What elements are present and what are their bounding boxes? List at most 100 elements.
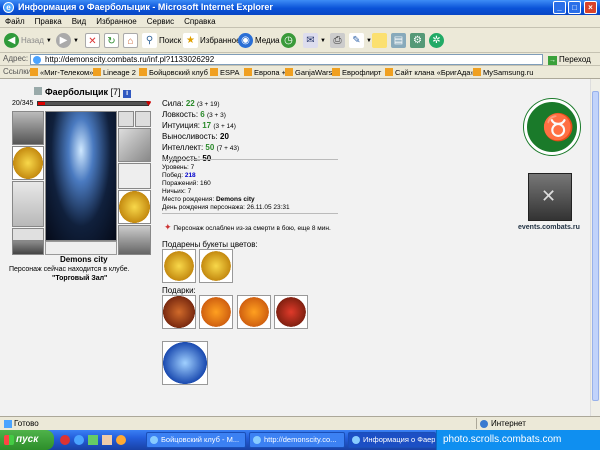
flowers-label: Подарены букеты цветов: bbox=[162, 240, 258, 249]
character-level: [7] bbox=[110, 87, 121, 97]
events-banner[interactable]: ✕ bbox=[528, 173, 572, 221]
globe-icon bbox=[480, 420, 488, 428]
helmet-slot[interactable] bbox=[12, 111, 44, 145]
home-button[interactable]: ⌂ bbox=[123, 31, 138, 50]
link-item[interactable]: Сайт клана «БригАда» bbox=[385, 66, 475, 79]
close-button[interactable]: × bbox=[584, 1, 597, 14]
ie-logo-icon: e bbox=[3, 2, 14, 13]
menu-favorites[interactable]: Избранное bbox=[91, 15, 142, 28]
link-item[interactable]: Бойцовский клуб bbox=[139, 66, 208, 79]
address-input[interactable]: http://demonscity.combats.ru/inf.pl?1133… bbox=[30, 54, 543, 65]
mail-button[interactable]: ✉ ▼ bbox=[303, 31, 326, 50]
gift-item[interactable] bbox=[274, 295, 308, 329]
clan-emblem[interactable]: ♉ bbox=[524, 99, 580, 155]
back-button[interactable]: ◀ Назад ▼ bbox=[4, 31, 52, 50]
banner-icon: ✕ bbox=[541, 186, 557, 206]
forward-button[interactable]: ▶ ▼ bbox=[56, 31, 79, 50]
start-button[interactable]: пуск bbox=[0, 430, 54, 450]
task-button[interactable]: Бойцовский клуб - M... bbox=[146, 432, 246, 448]
stat-row: Ловкость: 6 (3 + 3) bbox=[162, 110, 226, 119]
boots-slot[interactable] bbox=[118, 225, 151, 255]
menu-file[interactable]: Файл bbox=[0, 15, 30, 28]
menu-tools[interactable]: Сервис bbox=[142, 15, 179, 28]
location-note: Персонаж сейчас находится в клубе. bbox=[9, 266, 130, 273]
gift-item[interactable] bbox=[162, 341, 208, 385]
window-title: Информация о Фаерболыцик - Microsoft Int… bbox=[18, 2, 273, 12]
search-button[interactable]: ⚲ Поиск bbox=[142, 31, 181, 50]
ring-slot[interactable] bbox=[135, 111, 151, 127]
link-icon bbox=[30, 68, 38, 76]
link-item[interactable]: MySamsung.ru bbox=[473, 66, 533, 79]
heart-icon: ♥ bbox=[146, 98, 152, 108]
ie-task-icon bbox=[253, 436, 261, 444]
menu-bar: Файл Правка Вид Избранное Сервис Справка bbox=[0, 15, 600, 28]
armor-slot[interactable] bbox=[12, 181, 44, 227]
media-button[interactable]: ◉ Медиа bbox=[238, 31, 280, 50]
character-avatar[interactable] bbox=[45, 111, 117, 241]
mail-icon: ✉ bbox=[303, 33, 318, 48]
desktop-icon[interactable] bbox=[88, 435, 98, 445]
gift-item[interactable] bbox=[162, 295, 196, 329]
quicklaunch-icon[interactable] bbox=[60, 435, 70, 445]
app-icon[interactable] bbox=[116, 435, 126, 445]
amulet-slot[interactable] bbox=[12, 146, 44, 180]
earring-slot[interactable] bbox=[118, 111, 134, 127]
scroll-thumb[interactable] bbox=[592, 91, 599, 401]
gift-item[interactable] bbox=[237, 295, 271, 329]
link-item[interactable]: GanjaWars bbox=[285, 66, 332, 79]
belt-slot[interactable] bbox=[12, 241, 44, 255]
vertical-scrollbar[interactable] bbox=[590, 79, 600, 416]
link-item[interactable]: Еврофлирт bbox=[332, 66, 381, 79]
research-icon: ▤ bbox=[391, 33, 406, 48]
stop-button[interactable]: ✕ bbox=[85, 31, 100, 50]
stat-row: Выносливость: 20 bbox=[162, 132, 229, 141]
forward-arrow-icon: ▶ bbox=[56, 33, 71, 48]
link-icon bbox=[244, 68, 252, 76]
info-icon[interactable]: i bbox=[123, 90, 132, 98]
star-icon: ★ bbox=[183, 33, 198, 48]
go-button[interactable]: → Переход bbox=[548, 53, 591, 66]
bracer-slot[interactable] bbox=[12, 228, 44, 241]
menu-help[interactable]: Справка bbox=[179, 15, 220, 28]
link-item[interactable]: «Миг-Телеком» bbox=[30, 66, 93, 79]
history-button[interactable]: ◷ bbox=[281, 31, 296, 50]
edit-button[interactable]: ✎ ▼ bbox=[349, 31, 372, 50]
events-link[interactable]: events.combats.ru bbox=[518, 224, 580, 231]
print-icon: ⎙ bbox=[330, 33, 345, 48]
menu-view[interactable]: Вид bbox=[67, 15, 91, 28]
weapon-slot[interactable] bbox=[118, 128, 151, 162]
gift-item[interactable] bbox=[199, 295, 233, 329]
media-icon: ◉ bbox=[238, 33, 253, 48]
stat-row: Интеллект: 50 (7 + 43) bbox=[162, 143, 240, 152]
trauma-icon: ✦ bbox=[164, 222, 172, 232]
stop-icon: ✕ bbox=[85, 33, 100, 48]
print-button[interactable]: ⎙ bbox=[330, 31, 345, 50]
plugin-icon: ✲ bbox=[429, 33, 444, 48]
flower-gift[interactable] bbox=[199, 249, 233, 283]
task-button-active[interactable]: Информация о Фаер... bbox=[348, 432, 436, 448]
menu-edit[interactable]: Правка bbox=[30, 15, 67, 28]
plugin-button[interactable]: ✲ bbox=[429, 31, 444, 50]
refresh-button[interactable]: ↻ bbox=[104, 31, 119, 50]
link-item[interactable]: Lineage 2 bbox=[93, 66, 136, 79]
ie-quicklaunch-icon[interactable] bbox=[74, 435, 84, 445]
flower-gift[interactable] bbox=[162, 249, 196, 283]
research-button[interactable]: ▤ bbox=[391, 31, 406, 50]
edit-icon: ✎ bbox=[349, 33, 364, 48]
gloves-slot[interactable] bbox=[118, 163, 151, 189]
folder-icon[interactable] bbox=[102, 435, 112, 445]
extra-button[interactable]: ⚙ bbox=[410, 31, 425, 50]
maximize-button[interactable]: □ bbox=[568, 1, 581, 14]
history-icon: ◷ bbox=[281, 33, 296, 48]
link-item[interactable]: Европа + bbox=[244, 66, 286, 79]
minimize-button[interactable]: _ bbox=[553, 1, 566, 14]
address-url: http://demonscity.combats.ru/inf.pl?1133… bbox=[45, 55, 215, 64]
task-button[interactable]: http://demonscity.co... bbox=[249, 432, 345, 448]
favorites-button[interactable]: ★ Избранное bbox=[183, 31, 241, 50]
stat-row: Интуиция: 17 (3 + 14) bbox=[162, 121, 236, 130]
go-arrow-icon: → bbox=[548, 56, 557, 65]
shield-slot[interactable] bbox=[118, 190, 151, 224]
messenger-button[interactable] bbox=[372, 31, 387, 50]
link-item[interactable]: ESPA bbox=[210, 66, 239, 79]
link-icon bbox=[210, 68, 218, 76]
